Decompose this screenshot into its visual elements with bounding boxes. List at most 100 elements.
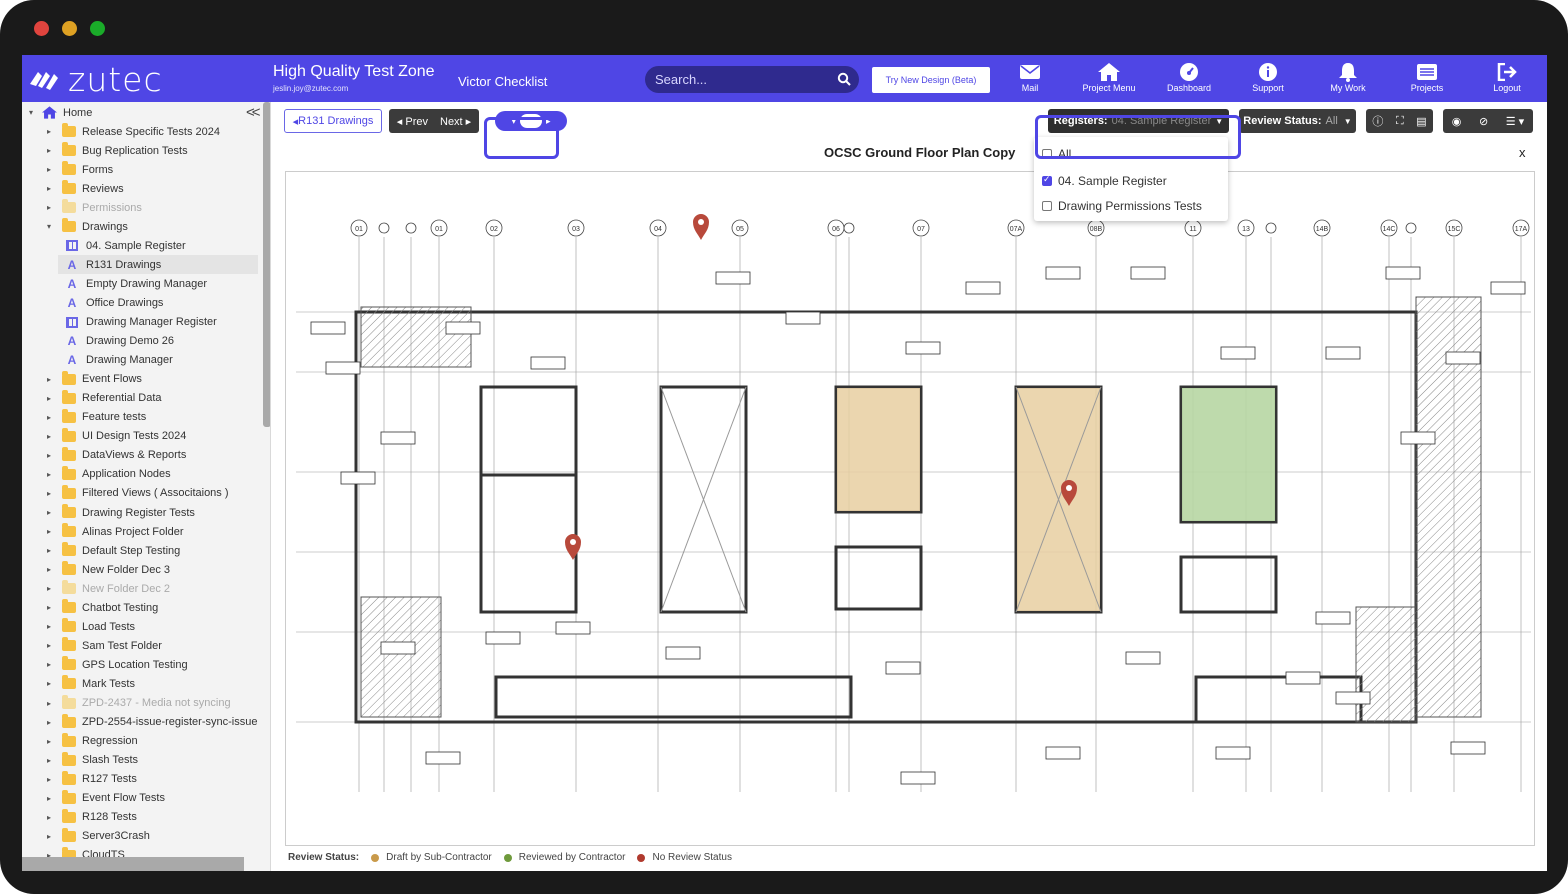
sidebar-item-sam-test-folder[interactable]: ▸ Sam Test Folder xyxy=(44,636,162,655)
sidebar-item-04-sample-register[interactable]: 04. Sample Register xyxy=(58,236,258,255)
chevron-right-icon[interactable]: ▸ xyxy=(44,794,54,803)
register-option-permissions[interactable]: Drawing Permissions Tests xyxy=(1042,199,1202,213)
nav-dashboard[interactable]: Dashboard xyxy=(1159,61,1219,93)
chevron-right-icon[interactable]: ▸ xyxy=(44,603,54,612)
nav-projects[interactable]: Projects xyxy=(1397,61,1457,93)
sidebar-item-regression[interactable]: ▸ Regression xyxy=(44,732,138,751)
sidebar-item-dataviews-reports[interactable]: ▸ DataViews & Reports xyxy=(44,446,186,465)
room-reviewed-highlight[interactable] xyxy=(1181,387,1276,522)
chevron-right-icon[interactable]: ▸ xyxy=(44,641,54,650)
sidebar-item-ui-design-tests-2024[interactable]: ▸ UI Design Tests 2024 xyxy=(44,427,186,446)
sidebar-item-release-specific-tests-2024[interactable]: ▸ Release Specific Tests 2024 xyxy=(44,122,220,141)
chevron-down-icon[interactable]: ▾ xyxy=(44,222,54,231)
sidebar-item-zpd-2554-issue-register-sync-issue[interactable]: ▸ ZPD-2554-issue-register-sync-issue xyxy=(44,713,257,732)
sidebar-item-r127-tests[interactable]: ▸ R127 Tests xyxy=(44,770,137,789)
window-minimize-dot[interactable] xyxy=(62,21,77,36)
sidebar-item-drawing-manager-register[interactable]: Drawing Manager Register xyxy=(58,313,258,332)
chevron-right-icon[interactable]: ▸ xyxy=(44,394,54,403)
sidebar-item-load-tests[interactable]: ▸ Load Tests xyxy=(44,617,135,636)
try-new-design-button[interactable]: Try New Design (Beta) xyxy=(872,67,990,93)
sidebar-item-empty-drawing-manager[interactable]: A Empty Drawing Manager xyxy=(58,274,258,293)
chevron-right-icon[interactable]: ▸ xyxy=(44,489,54,498)
sidebar-horizontal-scrollbar[interactable] xyxy=(22,857,244,871)
chevron-right-icon[interactable]: ▸ xyxy=(44,737,54,746)
sidebar-item-feature-tests[interactable]: ▸ Feature tests xyxy=(44,408,146,427)
sidebar-item-event-flows[interactable]: ▸ Event Flows xyxy=(44,370,142,389)
info-icon[interactable]: ⓘ xyxy=(1372,113,1383,129)
window-close-dot[interactable] xyxy=(34,21,49,36)
eye-off-icon[interactable]: ⊘ xyxy=(1479,115,1488,128)
sidebar-item-default-step-testing[interactable]: ▸ Default Step Testing xyxy=(44,541,180,560)
nav-my-work[interactable]: My Work xyxy=(1318,61,1378,93)
sidebar-item-r131-drawings[interactable]: A R131 Drawings xyxy=(58,255,258,275)
checklist-link[interactable]: Victor Checklist xyxy=(458,74,547,89)
zutec-logo[interactable]: zutec xyxy=(28,60,188,99)
chevron-right-icon[interactable]: ▸ xyxy=(44,146,54,155)
chevron-right-icon[interactable]: ▸ xyxy=(44,413,54,422)
sidebar-item-office-drawings[interactable]: A Office Drawings xyxy=(58,293,258,312)
search-input[interactable]: Search... xyxy=(645,66,859,93)
sidebar-item-gps-location-testing[interactable]: ▸ GPS Location Testing xyxy=(44,655,188,674)
sidebar-item-event-flow-tests[interactable]: ▸ Event Flow Tests xyxy=(44,789,165,808)
location-pin-icon[interactable] xyxy=(693,214,709,240)
chevron-right-icon[interactable]: ▸ xyxy=(44,660,54,669)
location-pin-icon[interactable] xyxy=(565,534,581,560)
chevron-right-icon[interactable]: ▸ xyxy=(44,184,54,193)
chevron-right-icon[interactable]: ▸ xyxy=(44,375,54,384)
checkbox[interactable] xyxy=(1042,201,1052,211)
chevron-right-icon[interactable]: ▸ xyxy=(44,699,54,708)
chevron-right-icon[interactable]: ▸ xyxy=(44,775,54,784)
nav-mail[interactable]: Mail xyxy=(1000,61,1060,93)
sidebar-item-server3crash[interactable]: ▸ Server3Crash xyxy=(44,827,150,846)
chevron-right-icon[interactable]: ▸ xyxy=(44,451,54,460)
sidebar-scrollbar[interactable] xyxy=(263,102,270,427)
eye-icon[interactable]: ◉ xyxy=(1452,115,1462,128)
prev-button[interactable]: ◂ Prev xyxy=(391,115,434,128)
sidebar-item-referential-data[interactable]: ▸ Referential Data xyxy=(44,389,162,408)
nav-logout[interactable]: Logout xyxy=(1477,61,1537,93)
chevron-right-icon[interactable]: ▸ xyxy=(44,508,54,517)
sidebar-item-chatbot-testing[interactable]: ▸ Chatbot Testing xyxy=(44,598,158,617)
sidebar-item-drawing-register-tests[interactable]: ▸ Drawing Register Tests xyxy=(44,503,195,522)
document-icon[interactable]: ▤ xyxy=(1416,115,1426,128)
register-option-sample[interactable]: 04. Sample Register xyxy=(1042,174,1167,188)
nav-support[interactable]: Support xyxy=(1238,61,1298,93)
tree-home[interactable]: ▾ Home xyxy=(26,103,92,122)
close-drawing-icon[interactable]: x xyxy=(1519,145,1526,160)
chevron-right-icon[interactable]: ▸ xyxy=(44,165,54,174)
chevron-right-icon[interactable]: ▸ xyxy=(44,565,54,574)
chevron-right-icon[interactable]: ▸ xyxy=(44,584,54,593)
sidebar-item-mark-tests[interactable]: ▸ Mark Tests xyxy=(44,674,135,693)
chevron-right-icon[interactable]: ▸ xyxy=(44,679,54,688)
chevron-right-icon[interactable]: ▸ xyxy=(44,127,54,136)
checkbox-checked[interactable] xyxy=(1042,174,1052,186)
sidebar-item-drawing-demo-26[interactable]: A Drawing Demo 26 xyxy=(58,332,258,351)
sidebar-item-slash-tests[interactable]: ▸ Slash Tests xyxy=(44,751,138,770)
chevron-right-icon[interactable]: ▸ xyxy=(44,432,54,441)
chevron-right-icon[interactable]: ▸ xyxy=(44,527,54,536)
room-draft-highlight[interactable] xyxy=(836,387,921,512)
next-button[interactable]: Next ▸ xyxy=(434,115,477,128)
sidebar-item-zpd-2437-media-not-syncing[interactable]: ▸ ZPD-2437 - Media not syncing xyxy=(44,694,231,713)
sidebar-item-application-nodes[interactable]: ▸ Application Nodes xyxy=(44,465,171,484)
review-status-select[interactable]: Review Status: All ▼ xyxy=(1239,109,1356,133)
window-maximize-dot[interactable] xyxy=(90,21,105,36)
chevron-right-icon[interactable]: ▸ xyxy=(44,622,54,631)
search-icon[interactable] xyxy=(837,72,851,86)
sidebar-item-drawings[interactable]: ▾ Drawings xyxy=(44,217,128,236)
chevron-right-icon[interactable]: ▸ xyxy=(44,813,54,822)
sidebar-item-bug-replication-tests[interactable]: ▸ Bug Replication Tests xyxy=(44,141,188,160)
sidebar-item-forms[interactable]: ▸ Forms xyxy=(44,160,113,179)
chevron-right-icon[interactable]: ▸ xyxy=(44,718,54,727)
chevron-right-icon[interactable]: ▸ xyxy=(44,546,54,555)
floor-plan-drawing[interactable]: 01 01 02 03 04 05 06 07 07A 08B 11 13 14B 14C 15C 17A xyxy=(286,172,1535,846)
sidebar-item-new-folder-dec-2[interactable]: ▸ New Folder Dec 2 xyxy=(44,579,170,598)
sidebar-item-new-folder-dec-3[interactable]: ▸ New Folder Dec 3 xyxy=(44,560,170,579)
chevron-down-icon[interactable]: ▾ xyxy=(26,108,36,117)
sidebar-item-drawing-manager[interactable]: A Drawing Manager xyxy=(58,351,258,370)
chevron-right-icon[interactable]: ▸ xyxy=(44,832,54,841)
collapse-sidebar-icon[interactable]: << xyxy=(246,104,260,121)
sidebar-item-alinas-project-folder[interactable]: ▸ Alinas Project Folder xyxy=(44,522,184,541)
sidebar-item-r128-tests[interactable]: ▸ R128 Tests xyxy=(44,808,137,827)
layers-icon[interactable]: ☰ ▾ xyxy=(1506,115,1524,128)
